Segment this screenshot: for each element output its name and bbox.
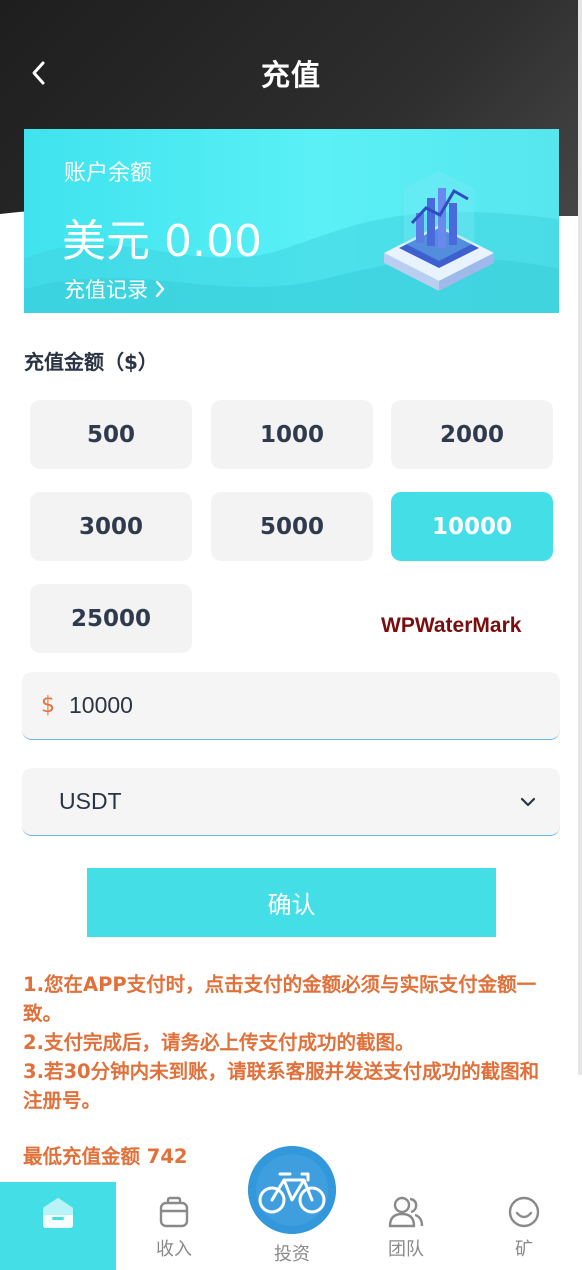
amount-option-10000[interactable]: 10000 bbox=[391, 492, 553, 561]
tab-income-label: 收入 bbox=[156, 1239, 192, 1260]
chevron-down-icon bbox=[520, 797, 536, 807]
bag-icon bbox=[157, 1195, 191, 1229]
team-icon bbox=[388, 1195, 424, 1229]
recharge-records-label: 充值记录 bbox=[64, 278, 148, 302]
note-1: 1.您在APP支付时，点击支付的金额必须与实际支付金额一致。 bbox=[23, 973, 537, 1025]
page-title: 充值 bbox=[260, 58, 321, 92]
recharge-records-link[interactable]: 充值记录 bbox=[64, 274, 166, 304]
amount-option-2000[interactable]: 2000 bbox=[391, 400, 553, 469]
note-3: 3.若30分钟内未到账，请联系客服并发送支付成功的截图和注册号。 bbox=[23, 1060, 540, 1112]
amount-input-value[interactable]: 10000 bbox=[69, 692, 133, 719]
recharge-notes: 1.您在APP支付时，点击支付的金额必须与实际支付金额一致。 2.支付完成后，请… bbox=[23, 970, 553, 1115]
note-2: 2.支付完成后，请务必上传支付成功的截图。 bbox=[23, 1031, 415, 1054]
watermark-text: WPWaterMark bbox=[381, 614, 522, 637]
tab-mine[interactable]: 矿 bbox=[466, 1182, 582, 1270]
bike-icon bbox=[248, 1146, 336, 1234]
amount-option-1000[interactable]: 1000 bbox=[211, 400, 373, 469]
currency-prefix: $ bbox=[41, 693, 55, 718]
tab-team-label: 团队 bbox=[388, 1239, 424, 1260]
scrollbar[interactable] bbox=[578, 0, 582, 1075]
amount-option-25000[interactable]: 25000 bbox=[30, 584, 192, 653]
tab-mine-label: 矿 bbox=[515, 1239, 533, 1260]
balance-amount: 美元 0.00 bbox=[62, 216, 262, 267]
amount-input[interactable]: $ 10000 bbox=[22, 672, 560, 740]
tab-invest[interactable] bbox=[248, 1146, 336, 1234]
currency-select-value: USDT bbox=[59, 788, 122, 814]
balance-card: 账户余额 美元 0.00 充值记录 bbox=[24, 129, 559, 313]
balance-label: 账户余额 bbox=[64, 161, 153, 186]
chart-illustration-icon bbox=[384, 171, 494, 291]
home-icon bbox=[40, 1195, 76, 1229]
amount-option-5000[interactable]: 5000 bbox=[211, 492, 373, 561]
tab-home[interactable] bbox=[0, 1182, 116, 1270]
currency-select[interactable]: USDT bbox=[22, 768, 560, 836]
tab-team[interactable]: 团队 bbox=[348, 1182, 464, 1270]
amount-option-3000[interactable]: 3000 bbox=[30, 492, 192, 561]
tab-income[interactable]: 收入 bbox=[116, 1182, 232, 1270]
amount-option-500[interactable]: 500 bbox=[30, 400, 192, 469]
confirm-button[interactable]: 确认 bbox=[87, 868, 496, 937]
amount-section-label: 充值金额（$） bbox=[24, 350, 158, 374]
chevron-right-icon bbox=[155, 280, 165, 298]
smile-icon bbox=[507, 1195, 541, 1229]
minimum-amount: 最低充值金额 742 bbox=[23, 1145, 188, 1168]
tab-invest-label: 投资 bbox=[274, 1244, 310, 1265]
